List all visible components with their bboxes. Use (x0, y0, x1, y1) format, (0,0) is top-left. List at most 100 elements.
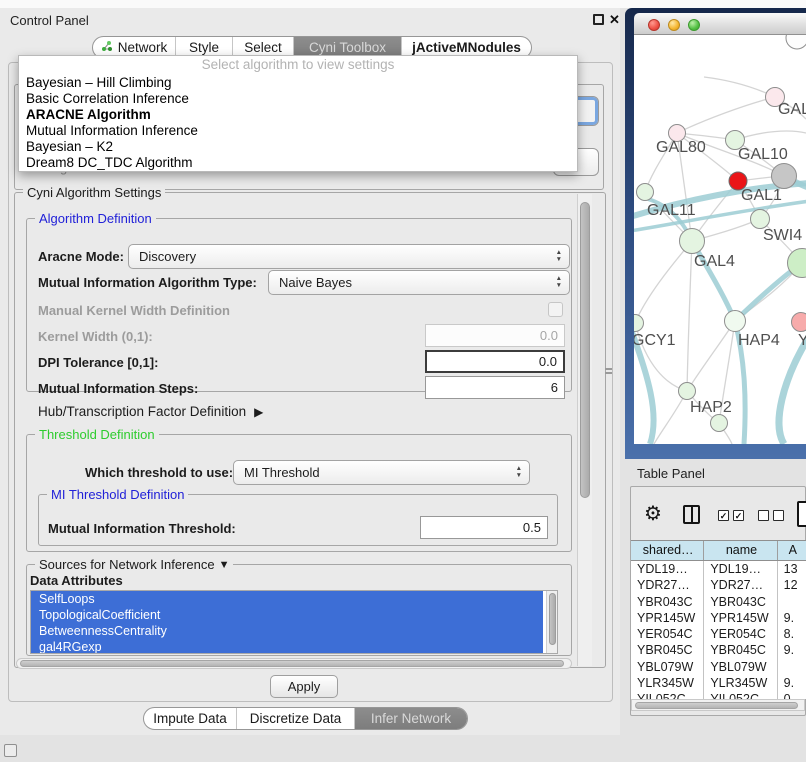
settings-horizontal-scrollbar[interactable] (16, 658, 572, 669)
settings-scrollbar-thumb[interactable] (580, 202, 590, 498)
node-gal11[interactable] (637, 184, 654, 201)
cyni-settings-title: Cyni Algorithm Settings (23, 185, 165, 200)
minimized-panel-icon[interactable] (4, 744, 17, 757)
list-vertical-scrollbar[interactable] (546, 591, 558, 653)
settings-vertical-scrollbar[interactable] (577, 194, 592, 666)
mi-threshold-field[interactable]: 0.5 (420, 516, 548, 539)
table-row[interactable]: YDL19…YDL19…13 (631, 561, 806, 577)
table-row[interactable]: YBR043CYBR043C (631, 594, 806, 610)
network-graph: GAL GAL80 GAL10 GAL1 GAL11 SWI4 GAL4 GCY… (634, 35, 806, 444)
table-panel: ⚙ ✓ ✓ shared… name A YDL19…YDL19…13 YDR2… (630, 486, 806, 716)
table-row[interactable]: YBL079WYBL079W (631, 659, 806, 675)
minimize-window-icon[interactable] (668, 19, 680, 31)
zoom-window-icon[interactable] (688, 19, 700, 31)
node-label: GAL1 (741, 187, 782, 204)
deselect-checkbox-icon[interactable] (758, 510, 769, 521)
table-scrollbar-thumb[interactable] (635, 702, 798, 709)
dropdown-list: Bayesian – Hill Climbing Basic Correlati… (19, 75, 577, 171)
node-hap4[interactable] (725, 311, 746, 332)
sources-title[interactable]: Sources for Network Inference ▼ (35, 557, 233, 572)
node[interactable] (786, 35, 806, 49)
app-screen: { "control_panel": { "title": "Control P… (0, 0, 806, 762)
columns-icon[interactable] (683, 505, 700, 524)
node-gcy1[interactable] (634, 315, 644, 332)
network-canvas[interactable]: GAL GAL80 GAL10 GAL1 GAL11 SWI4 GAL4 GCY… (634, 35, 806, 444)
hub-definition-disclosure[interactable]: Hub/Transcription Factor Definition ▶ (38, 404, 263, 419)
mi-type-value: Naive Bayes (279, 275, 352, 290)
node-bottom-green[interactable] (711, 415, 728, 432)
column-header[interactable]: name (704, 541, 777, 560)
dropdown-item-highlighted[interactable]: ARACNE Algorithm (19, 107, 577, 123)
data-attributes-label: Data Attributes (30, 572, 123, 590)
table-row[interactable]: YLR345WYLR345W9. (631, 675, 806, 691)
node-gray[interactable] (772, 164, 797, 189)
apply-button[interactable]: Apply (270, 675, 338, 698)
manual-kernel-label: Manual Kernel Width Definition (38, 302, 230, 320)
which-threshold-value: MI Threshold (244, 465, 320, 480)
tab-style-label: Style (189, 40, 219, 55)
kernel-width-field[interactable]: 0.0 (425, 324, 565, 347)
column-header[interactable]: shared… (631, 541, 704, 560)
node-swi4[interactable] (751, 210, 770, 229)
node-label: GCY1 (634, 332, 676, 349)
dpi-tolerance-field[interactable]: 0.0 (425, 350, 565, 373)
top-strip (0, 0, 806, 8)
combo-stepper-icon: ▲▼ (516, 465, 522, 479)
node-salmon[interactable] (792, 313, 806, 332)
node-label: GAL4 (694, 253, 735, 270)
mi-steps-field[interactable]: 6 (425, 376, 565, 399)
select-all-checkbox-icon[interactable]: ✓ (718, 510, 729, 521)
node-label: GAL80 (656, 139, 706, 156)
algorithm-dropdown-popup: Select algorithm to view settings Bayesi… (18, 55, 578, 172)
close-panel-icon[interactable]: ✕ (609, 12, 620, 28)
mi-type-combobox[interactable]: Naive Bayes ▲▼ (268, 270, 570, 295)
dropdown-item[interactable]: Bayesian – K2 (19, 139, 577, 155)
list-item[interactable]: TopologicalCoefficient (31, 607, 543, 623)
node-gal4[interactable] (680, 229, 705, 254)
dropdown-item[interactable]: Bayesian – Hill Climbing (19, 75, 577, 91)
list-item[interactable]: gal4RGexp (31, 639, 543, 654)
table-row[interactable]: YDR27…YDR27…12 (631, 577, 806, 593)
disclosure-right-icon: ▶ (254, 405, 263, 419)
combo-stepper-icon: ▲▼ (556, 275, 562, 289)
node-label: GAL10 (738, 146, 788, 163)
list-item[interactable]: SelfLoops (31, 591, 543, 607)
tab-infer-network[interactable]: Infer Network (355, 708, 467, 729)
table-horizontal-scrollbar[interactable] (631, 699, 805, 711)
combo-stepper-icon: ▲▼ (556, 249, 562, 263)
h-scrollbar-thumb[interactable] (20, 660, 564, 667)
close-window-icon[interactable] (648, 19, 660, 31)
dropdown-item[interactable]: Dream8 DC_TDC Algorithm (19, 155, 577, 171)
dpi-tolerance-label: DPI Tolerance [0,1]: (38, 354, 158, 372)
list-scrollbar-thumb[interactable] (549, 593, 556, 645)
dropdown-item[interactable]: Basic Correlation Inference (19, 91, 577, 107)
control-panel-title: Control Panel (10, 13, 89, 28)
which-threshold-combobox[interactable]: MI Threshold ▲▼ (233, 460, 530, 485)
list-item[interactable]: BetweennessCentrality (31, 623, 543, 639)
new-table-icon[interactable] (797, 501, 806, 527)
settings-gear-icon[interactable]: ⚙ (644, 501, 662, 526)
table-row[interactable]: YIL052CYIL052C0. (631, 691, 806, 699)
mi-threshold-label: Mutual Information Threshold: (48, 520, 236, 538)
network-window-titlebar[interactable] (634, 13, 806, 35)
deselect-checkbox-icon[interactable] (773, 510, 784, 521)
algorithm-definition-title: Algorithm Definition (35, 211, 156, 226)
tab-jactivemnodules-label: jActiveMNodules (412, 40, 521, 55)
table-row[interactable]: YER054CYER054C8. (631, 626, 806, 642)
table-row[interactable]: YBR045CYBR045C9. (631, 642, 806, 658)
panel-splitter-grip[interactable] (605, 368, 612, 377)
node-hap2[interactable] (679, 383, 696, 400)
node-label: GAL11 (647, 202, 696, 219)
table-row[interactable]: YPR145WYPR145W9. (631, 610, 806, 626)
tab-impute-data[interactable]: Impute Data (144, 708, 237, 729)
dropdown-item[interactable]: Mutual Information Inference (19, 123, 577, 139)
node-label: HAP2 (690, 399, 732, 416)
control-panel: Control Panel ✕ Network Style Select Cyn… (0, 8, 620, 735)
tab-discretize-data[interactable]: Discretize Data (237, 708, 355, 729)
manual-kernel-checkbox[interactable] (548, 302, 563, 317)
float-panel-icon[interactable] (593, 14, 604, 25)
node-label: SWI4 (763, 227, 802, 244)
column-header[interactable]: A (778, 541, 806, 560)
aracne-mode-combobox[interactable]: Discovery ▲▼ (128, 244, 570, 269)
select-all-checkbox-icon[interactable]: ✓ (733, 510, 744, 521)
